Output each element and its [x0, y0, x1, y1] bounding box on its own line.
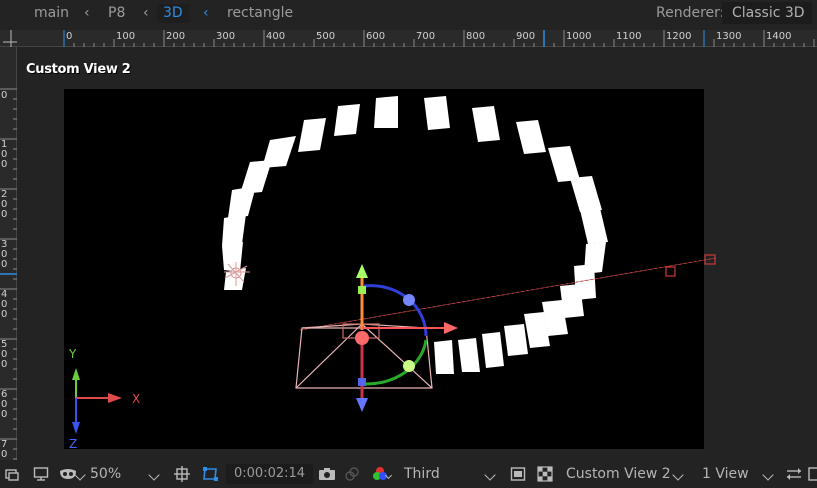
- chevron-left-icon: ‹: [143, 5, 149, 21]
- magnification-select[interactable]: 50%: [90, 460, 121, 488]
- chevron-down-icon[interactable]: [672, 469, 684, 481]
- 3d-view-select[interactable]: Custom View 2: [566, 460, 671, 488]
- ruler-label: 70: [1, 439, 8, 460]
- grid-guides-icon[interactable]: [174, 466, 190, 482]
- viewer-header: main ‹ P8 ‹ 3D ‹ rectangle Renderer: Cla…: [0, 0, 817, 27]
- region-of-interest-icon[interactable]: [510, 466, 526, 482]
- transparency-grid-icon[interactable]: [537, 466, 553, 482]
- mask-path-icon[interactable]: [202, 466, 218, 482]
- toggle-pixel-aspect-icon[interactable]: [786, 466, 802, 482]
- ruler-label: 1100: [616, 31, 642, 42]
- ruler-label: 0: [66, 31, 73, 42]
- ruler-label: 300: [1, 239, 8, 270]
- horizontal-ruler[interactable]: 0 100 200 300 400 500 600 700 800 900 10…: [0, 30, 817, 47]
- breadcrumb-rectangle[interactable]: rectangle: [227, 4, 293, 23]
- viewer-footer: 50% 0:00:02:14 Third Custom View 2 1 Vie…: [0, 460, 817, 488]
- ruler-label: 1400: [766, 31, 792, 42]
- ruler-label: 500: [316, 31, 336, 42]
- ruler-label: 1200: [666, 31, 692, 42]
- ruler-label: 300: [216, 31, 236, 42]
- ruler-label: 1300: [716, 31, 742, 42]
- chevron-left-icon: ‹: [203, 5, 209, 21]
- breadcrumb-p8[interactable]: P8: [108, 4, 125, 23]
- ruler-label: 200: [1, 189, 8, 220]
- camera-snapshot-icon[interactable]: [318, 466, 336, 482]
- monitor-icon[interactable]: [33, 466, 49, 482]
- ruler-label: 0: [1, 90, 8, 101]
- ruler-label: 200: [166, 31, 186, 42]
- resolution-select[interactable]: Third: [404, 460, 440, 488]
- breadcrumb-3d[interactable]: 3D: [157, 4, 189, 23]
- chevron-down-icon[interactable]: [484, 469, 496, 481]
- chevron-down-icon[interactable]: [148, 469, 160, 481]
- view-layout-select[interactable]: 1 View: [702, 460, 749, 488]
- ruler-label: 900: [516, 31, 536, 42]
- view-title: Custom View 2: [26, 62, 131, 77]
- ruler-label: 800: [466, 31, 486, 42]
- ruler-label: 600: [366, 31, 386, 42]
- renderer-button[interactable]: Classic 3D: [722, 2, 812, 24]
- ruler-label: 500: [1, 339, 8, 370]
- ruler-label: 400: [266, 31, 286, 42]
- chevron-down-icon[interactable]: [762, 469, 774, 481]
- fast-previews-icon[interactable]: [808, 466, 817, 482]
- current-time-display[interactable]: 0:00:02:14: [226, 464, 314, 484]
- vertical-ruler[interactable]: 0 100 200 300 400 500 600 70: [0, 47, 17, 460]
- ruler-label: 100: [116, 31, 136, 42]
- renderer-label: Renderer:: [656, 5, 725, 21]
- ruler-label: 1000: [566, 31, 592, 42]
- show-snapshot-icon[interactable]: [344, 466, 360, 482]
- composition-canvas[interactable]: [64, 89, 704, 449]
- preview-icon[interactable]: [4, 466, 20, 482]
- ruler-label: 400: [1, 289, 8, 320]
- ruler-label: 700: [416, 31, 436, 42]
- ruler-label: 600: [1, 389, 8, 420]
- breadcrumb-main[interactable]: main: [34, 4, 69, 23]
- ruler-label: 100: [1, 139, 8, 170]
- chevron-left-icon: ‹: [84, 5, 90, 21]
